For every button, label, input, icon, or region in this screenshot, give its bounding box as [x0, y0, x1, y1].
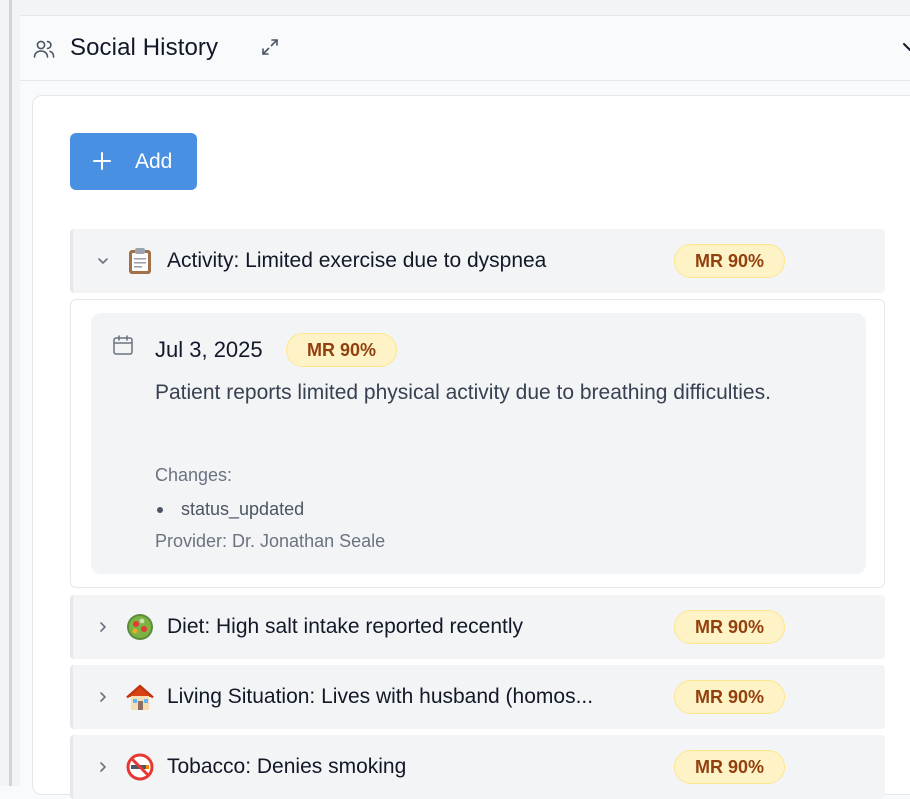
section-title: Social History: [70, 34, 219, 61]
entry-label: Tobacco: Denies smoking: [167, 755, 407, 778]
plus-icon: [93, 152, 111, 170]
left-rail: [0, 0, 20, 786]
entry-description: Patient reports limited physical activit…: [155, 381, 771, 404]
changes-label: Changes:: [155, 465, 233, 485]
history-entry: Jul 3, 2025 MR 90% Patient reports limit…: [91, 313, 866, 574]
confidence-badge: MR 90%: [674, 680, 785, 714]
entry-detail-card: Jul 3, 2025 MR 90% Patient reports limit…: [70, 299, 885, 588]
entry-date: Jul 3, 2025: [155, 337, 263, 362]
scroll-rail[interactable]: [9, 0, 12, 786]
chevron-right-icon[interactable]: [95, 689, 111, 705]
chevron-right-icon[interactable]: [95, 759, 111, 775]
people-icon: [33, 40, 55, 58]
chevron-down-icon[interactable]: [900, 35, 910, 59]
clipboard-icon: [129, 248, 151, 274]
expand-icon[interactable]: [260, 37, 280, 57]
confidence-badge: MR 90%: [674, 750, 785, 784]
confidence-badge: MR 90%: [674, 244, 785, 278]
top-strip: [20, 0, 910, 16]
chevron-right-icon[interactable]: [95, 619, 111, 635]
salad-icon: [127, 614, 153, 640]
list-item[interactable]: Living Situation: Lives with husband (ho…: [70, 665, 885, 729]
no-smoking-icon: [126, 753, 154, 781]
chevron-down-icon[interactable]: [95, 253, 111, 269]
add-button-label: Add: [135, 150, 173, 173]
list-item[interactable]: Diet: High salt intake reported recently…: [70, 595, 885, 659]
confidence-badge: MR 90%: [674, 610, 785, 644]
entry-label: Activity: Limited exercise due to dyspne…: [167, 249, 547, 272]
entry-label: Living Situation: Lives with husband (ho…: [167, 685, 594, 708]
list-item[interactable]: Activity: Limited exercise due to dyspne…: [70, 229, 885, 293]
entry-label: Diet: High salt intake reported recently: [167, 615, 524, 638]
bullet: [157, 507, 163, 513]
list-item[interactable]: Tobacco: Denies smoking MR 90%: [70, 735, 885, 799]
provider-text: Provider: Dr. Jonathan Seale: [155, 531, 386, 551]
add-button[interactable]: Add: [70, 133, 197, 190]
change-item: status_updated: [181, 499, 305, 519]
calendar-icon: [113, 335, 133, 355]
section-header[interactable]: Social History: [20, 17, 910, 81]
house-icon: [126, 684, 154, 710]
confidence-badge: MR 90%: [286, 333, 397, 367]
